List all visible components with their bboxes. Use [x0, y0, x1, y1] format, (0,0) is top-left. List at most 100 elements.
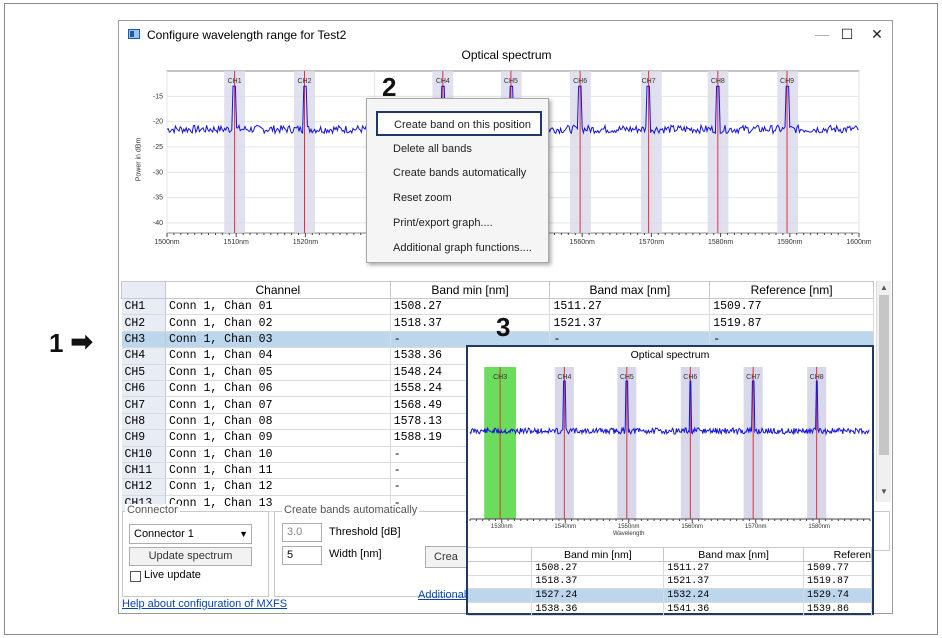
- inset-row-header-cell: [468, 588, 533, 603]
- inset-band-min-cell: 1518.37: [531, 575, 665, 590]
- callout-arrow-icon: ➡: [70, 326, 94, 357]
- minimize-button[interactable]: —: [809, 25, 835, 43]
- connector-select[interactable]: Connector 1 ▼: [129, 524, 252, 544]
- row-header-cell[interactable]: CH4: [121, 347, 166, 365]
- close-button[interactable]: ✕: [864, 25, 890, 43]
- channel-cell[interactable]: Conn 1, Chan 02: [165, 314, 391, 332]
- channel-cell[interactable]: Conn 1, Chan 08: [165, 413, 391, 431]
- reference-cell[interactable]: 1519.87: [709, 314, 874, 332]
- band-label: CH5: [504, 78, 518, 85]
- inset-table-header-row: Band min [nm] Band max [nm] Referen: [468, 547, 872, 562]
- inset-band-label: CH5: [620, 374, 634, 381]
- inset-band-min-cell: 1527.24: [531, 588, 665, 603]
- band-label: CH4: [436, 78, 450, 85]
- channel-cell[interactable]: Conn 1, Chan 03: [165, 331, 391, 349]
- inset-band-label: CH3: [493, 374, 507, 381]
- column-header-reference[interactable]: Reference [nm]: [709, 281, 874, 299]
- x-tick-label: 1590nm: [777, 239, 802, 246]
- menu-item-additional-graph-functions[interactable]: Additional graph functions....: [367, 236, 548, 261]
- inset-table-row: 1518.37 1521.37 1519.87: [468, 575, 872, 590]
- reference-cell[interactable]: 1509.77: [709, 298, 874, 316]
- band-min-cell[interactable]: 1508.27: [390, 298, 551, 316]
- band-label: CH7: [642, 78, 656, 85]
- row-header-cell[interactable]: CH1: [121, 298, 166, 316]
- app-icon: [128, 29, 140, 39]
- inset-table: Band min [nm] Band max [nm] Referen 1508…: [468, 547, 872, 617]
- column-header-band-min[interactable]: Band min [nm]: [389, 281, 551, 299]
- column-header-channel[interactable]: Channel: [164, 281, 391, 299]
- x-tick-label: 1600nm: [846, 239, 871, 246]
- context-menu: Create band on this position Delete all …: [366, 98, 549, 263]
- title-bar: Configure wavelength range for Test2 — ☐…: [119, 21, 892, 47]
- inset-chart-title: Optical spectrum: [630, 349, 710, 361]
- threshold-label: Threshold [dB]: [329, 526, 401, 538]
- scroll-down-icon[interactable]: ▼: [880, 487, 888, 496]
- x-tick-label: 1520nm: [293, 239, 318, 246]
- scroll-up-icon[interactable]: ▲: [880, 283, 888, 292]
- menu-item-create-band[interactable]: Create band on this position: [376, 111, 542, 136]
- inset-band-label: CH8: [810, 374, 824, 381]
- inset-reference-cell: 1519.87: [803, 575, 872, 590]
- y-tick-label: -20: [153, 119, 163, 126]
- threshold-input[interactable]: 3.0: [282, 523, 322, 542]
- y-tick-label: -25: [153, 144, 163, 151]
- row-header-cell[interactable]: CH5: [121, 364, 166, 381]
- inset-band-max-cell: 1511.27: [663, 561, 805, 576]
- band-label: CH6: [573, 78, 587, 85]
- row-header-cell[interactable]: CH6: [121, 380, 166, 398]
- maximize-button[interactable]: ☐: [834, 25, 860, 43]
- callout-number-2: 2: [382, 72, 397, 102]
- band-region: [777, 71, 799, 233]
- row-header-cell[interactable]: CH2: [121, 314, 166, 332]
- menu-item-print-export[interactable]: Print/export graph....: [367, 211, 548, 236]
- column-header-band-max[interactable]: Band max [nm]: [549, 281, 711, 299]
- row-header-cell[interactable]: CH11: [121, 462, 166, 480]
- channel-cell[interactable]: Conn 1, Chan 12: [165, 478, 391, 496]
- row-header-cell[interactable]: CH9: [121, 429, 166, 447]
- y-tick-label: -15: [153, 93, 163, 100]
- band-min-cell[interactable]: 1518.37: [390, 314, 551, 332]
- table-header-row: Channel Band min [nm] Band max [nm] Refe…: [121, 281, 874, 299]
- inset-x-tick-label: 1580nm: [808, 524, 830, 530]
- inset-spectrum-chart: CH3 CH4 CH5 CH6 CH7 CH8 1530nm 1540nm 1550nm 1560…: [469, 367, 871, 537]
- inset-x-tick-label: 1550nm: [618, 524, 640, 530]
- channel-cell[interactable]: Conn 1, Chan 04: [165, 347, 391, 365]
- scroll-thumb[interactable]: [879, 295, 889, 455]
- width-label: Width [nm]: [329, 548, 382, 560]
- menu-item-create-bands-automatically[interactable]: Create bands automatically: [367, 161, 548, 186]
- band-max-cell[interactable]: 1521.37: [549, 314, 711, 332]
- channel-cell[interactable]: Conn 1, Chan 05: [165, 364, 391, 381]
- width-input[interactable]: 5: [282, 546, 322, 565]
- row-header-cell[interactable]: CH8: [121, 413, 166, 431]
- channel-cell[interactable]: Conn 1, Chan 01: [165, 298, 391, 316]
- channel-cell[interactable]: Conn 1, Chan 11: [165, 462, 391, 480]
- auto-bands-group-label: Create bands automatically: [282, 504, 420, 516]
- inset-header-band-min: Band min [nm]: [531, 547, 665, 562]
- row-header-cell[interactable]: CH10: [121, 446, 166, 463]
- band-max-cell[interactable]: 1511.27: [549, 298, 711, 316]
- inset-band-min-cell: 1538.36: [531, 602, 665, 617]
- inset-band-min-cell: 1508.27: [531, 561, 665, 576]
- update-spectrum-button[interactable]: Update spectrum: [129, 547, 252, 566]
- table-scrollbar[interactable]: ▲ ▼: [876, 281, 891, 502]
- row-header-cell[interactable]: CH3: [121, 331, 166, 349]
- live-update-checkbox[interactable]: [130, 571, 141, 582]
- inset-band-label: CH6: [683, 374, 697, 381]
- x-tick-label: 1570nm: [639, 239, 664, 246]
- menu-item-reset-zoom[interactable]: Reset zoom: [367, 186, 548, 211]
- inset-reference-cell: 1509.77: [803, 561, 872, 576]
- band-label: CH9: [780, 78, 794, 85]
- row-header-cell[interactable]: CH7: [121, 396, 166, 414]
- menu-item-delete-all-bands[interactable]: Delete all bands: [367, 137, 548, 162]
- y-tick-label: -35: [153, 195, 163, 202]
- help-link[interactable]: Help about configuration of MXFS: [122, 598, 287, 610]
- channel-cell[interactable]: Conn 1, Chan 07: [165, 396, 391, 414]
- channel-cell[interactable]: Conn 1, Chan 06: [165, 380, 391, 398]
- inset-x-tick-label: 1570nm: [745, 524, 767, 530]
- row-header-cell[interactable]: CH12: [121, 478, 166, 496]
- channel-cell[interactable]: Conn 1, Chan 10: [165, 446, 391, 463]
- band-label: CH8: [711, 78, 725, 85]
- additional-link[interactable]: Additional: [418, 589, 466, 601]
- channel-cell[interactable]: Conn 1, Chan 09: [165, 429, 391, 447]
- inset-row-header-cell: [468, 602, 533, 617]
